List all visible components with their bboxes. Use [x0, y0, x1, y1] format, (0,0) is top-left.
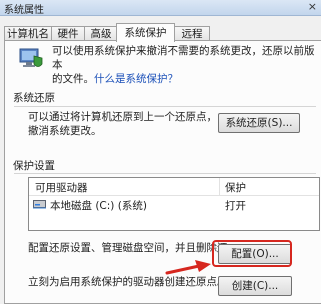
drive-list-header: 可用驱动器 保护: [29, 178, 319, 196]
restore-group-title: 系统还原: [13, 92, 55, 104]
column-header-drive[interactable]: 可用驱动器: [35, 180, 88, 195]
table-row[interactable]: 本地磁盘 (C:) (系统) 打开: [29, 196, 319, 213]
tab-remote[interactable]: 远程: [174, 26, 210, 41]
annotation-arrow-icon: [165, 260, 211, 275]
restore-desc-line1: 可以通过将计算机还原到上一个还原点，: [28, 111, 217, 123]
intro-text: 可以使用系统保护来撤消不需要的系统更改，还原以前版本 的文件。什么是系统保护？: [52, 44, 320, 86]
tab-hardware[interactable]: 硬件: [51, 26, 85, 41]
create-description: 立刻为启用系统保护的驱动器创建还原点。: [28, 276, 228, 288]
column-header-protection[interactable]: 保护: [225, 180, 246, 195]
drive-name: 本地磁盘 (C:) (系统): [50, 200, 147, 212]
config-description: 配置还原设置、管理磁盘空间，并且删除还: [28, 242, 228, 254]
protection-group-divider: [14, 173, 316, 174]
highlight-box: [212, 240, 292, 267]
tab-system-protection[interactable]: 系统保护: [116, 23, 175, 42]
drive-protection-status: 打开: [225, 200, 246, 212]
create-button[interactable]: 创建(C)...: [218, 276, 292, 296]
drive-list[interactable]: 可用驱动器 保护 本地磁盘 (C:) (系统) 打开: [28, 177, 320, 231]
intro-line1: 可以使用系统保护来撤消不需要的系统更改，还原以前版本: [52, 45, 315, 71]
system-protection-icon: [19, 48, 43, 67]
hard-drive-icon: [33, 200, 46, 209]
restore-desc-line2: 撤消系统更改。: [28, 125, 102, 137]
restore-description: 可以通过将计算机还原到上一个还原点， 撤消系统更改。: [28, 110, 218, 138]
title-bar: 系统属性 ×: [0, 0, 321, 16]
what-is-protection-link[interactable]: 什么是系统保护？: [94, 73, 178, 85]
tab-advanced[interactable]: 高级: [84, 26, 118, 41]
restore-group-divider: [14, 106, 316, 107]
window-title: 系统属性: [4, 5, 44, 16]
close-icon[interactable]: ×: [308, 0, 317, 13]
tab-computer-name[interactable]: 计算机名: [4, 26, 52, 41]
protection-group-title: 保护设置: [13, 160, 55, 172]
system-restore-button[interactable]: 系统还原(S)...: [218, 113, 300, 133]
intro-line2: 的文件。: [52, 73, 94, 85]
